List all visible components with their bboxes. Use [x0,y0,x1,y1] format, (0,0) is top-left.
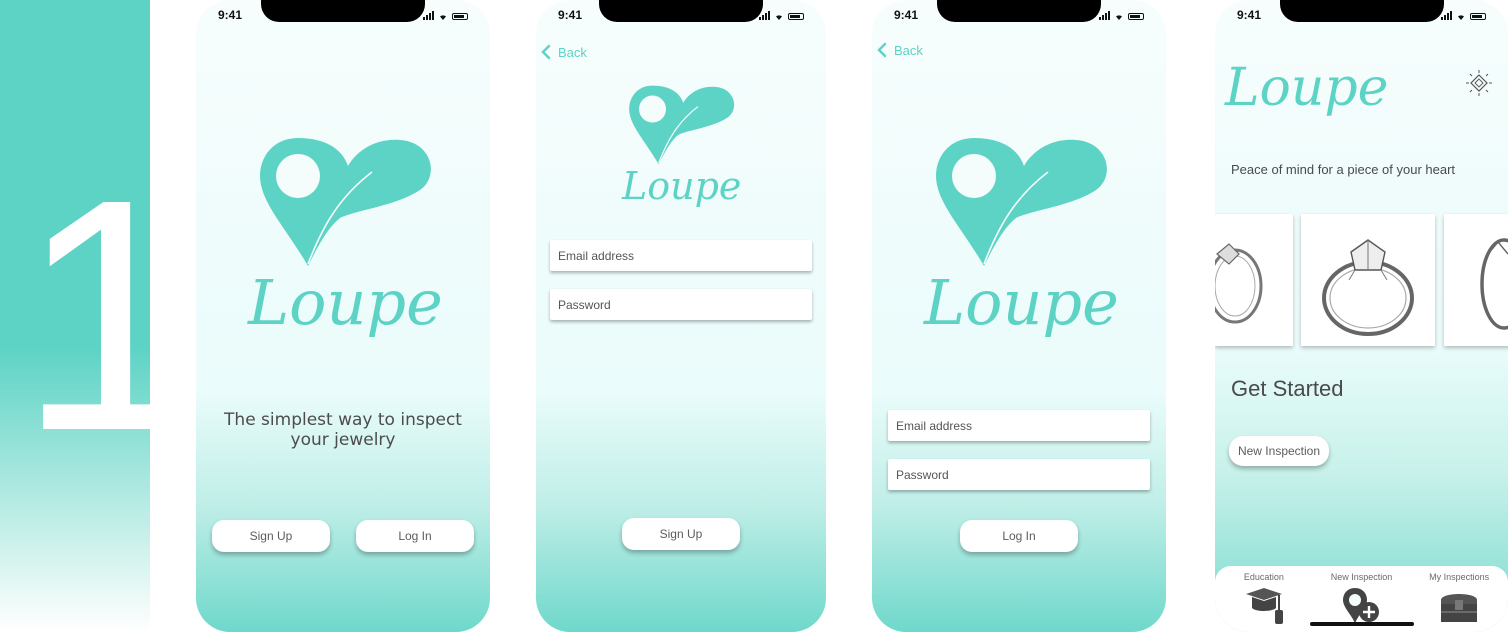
tab-education[interactable]: Education [1219,572,1309,632]
chevron-left-icon [541,44,551,60]
email-input[interactable] [896,410,1150,441]
email-input[interactable] [558,240,812,271]
signal-icon [423,11,434,20]
status-icons [1099,11,1144,20]
back-label: Back [558,44,587,60]
ring-card[interactable] [1301,214,1435,346]
location-pin-plus-icon [1343,588,1380,624]
battery-icon [452,13,468,20]
signal-icon [1099,11,1110,20]
signal-icon [759,11,770,20]
ring-sketch-icon [1322,239,1414,336]
status-time: 9:41 [1237,8,1262,22]
phone-notch [261,0,425,22]
diamond-sparkle-icon[interactable] [1466,70,1492,96]
brand-wordmark: Loupe [622,164,742,208]
back-button[interactable]: Back [540,44,587,60]
loupe-logo-icon [629,85,735,165]
password-field[interactable] [888,459,1150,490]
get-started-heading: Get Started [1231,376,1344,401]
loupe-logo-icon [260,138,431,266]
signal-icon [1441,11,1452,20]
new-inspection-button[interactable]: New Inspection [1229,436,1329,466]
phone-notch [599,0,763,22]
password-input[interactable] [896,459,1150,490]
login-button[interactable]: Log In [960,520,1078,552]
ring-card[interactable] [1444,214,1508,346]
email-field[interactable] [888,410,1150,441]
brand-wordmark: Loupe [248,266,443,339]
chevron-left-icon [877,42,887,58]
loupe-logo-icon [936,138,1107,266]
wifi-icon [1458,15,1464,20]
ring-sketch-icon [1480,238,1508,330]
tab-my-inspections[interactable]: My Inspections [1414,572,1504,632]
phone-screen-signup: 9:41 Back Loupe Sign Up [536,0,826,632]
battery-icon [1128,13,1144,20]
email-field[interactable] [550,240,812,271]
signup-button[interactable]: Sign Up [622,518,740,550]
wifi-icon [440,15,446,20]
login-button[interactable]: Log In [356,520,474,552]
ring-card[interactable] [1215,214,1293,346]
status-time: 9:41 [894,8,919,22]
status-time: 9:41 [218,8,243,22]
tab-label: My Inspections [1429,572,1490,582]
wifi-icon [776,15,782,20]
welcome-tagline: The simplest way to inspect your jewelry [224,410,462,450]
phone-screen-home: 9:41 Loupe Peace of mind for a piece of … [1215,0,1508,632]
brand-wordmark: Loupe [924,266,1119,339]
treasure-chest-icon [1441,594,1478,622]
password-field[interactable] [550,289,812,320]
home-indicator [1309,622,1414,626]
phone-notch [937,0,1101,22]
phone-screen-login: 9:41 Back Loupe Log In [872,0,1166,632]
step-number: 1 [18,130,150,499]
signup-button[interactable]: Sign Up [212,520,330,552]
status-icons [1441,11,1486,20]
phone-notch [1279,0,1444,22]
home-tagline: Peace of mind for a piece of your heart [1231,162,1456,177]
status-icons [423,11,468,20]
step-panel: 1 [0,0,150,632]
tab-label: Education [1243,572,1284,582]
graduation-cap-icon [1245,588,1283,624]
phone-screen-welcome: 9:41 Loupe The simplest way to inspect y… [196,0,490,632]
status-icons [759,11,804,20]
brand-wordmark: Loupe [1225,58,1389,118]
wifi-icon [1116,15,1122,20]
ring-sketch-icon [1215,243,1263,324]
back-button[interactable]: Back [876,42,923,58]
battery-icon [1470,13,1486,20]
tab-label: New Inspection [1330,572,1393,582]
status-time: 9:41 [558,8,583,22]
password-input[interactable] [558,289,812,320]
back-label: Back [894,42,923,58]
battery-icon [788,13,804,20]
